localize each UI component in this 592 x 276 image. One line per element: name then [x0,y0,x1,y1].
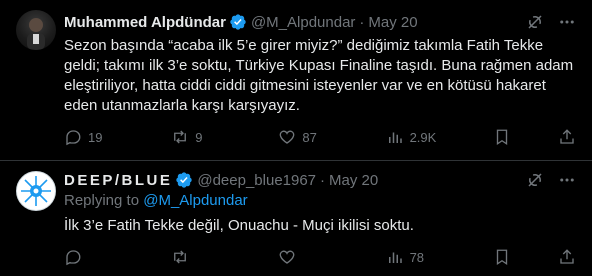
tweet-date[interactable]: May 20 [329,172,378,189]
action-bar: 78 [64,247,576,267]
reply-icon [64,128,82,146]
views-button[interactable]: 2.9K [386,128,446,146]
views-count: 2.9K [409,129,437,145]
action-bar: 19 9 87 2.9K [64,127,576,147]
reply-icon [64,248,82,266]
bookmark-button[interactable] [493,248,511,266]
reply-button[interactable]: 19 [64,128,124,146]
reply-button[interactable] [64,248,124,266]
verified-badge-icon [175,171,193,189]
like-count: 87 [302,129,317,145]
dot-separator: · [320,171,326,189]
share-icon [558,128,576,146]
retweet-icon [171,128,189,146]
views-icon [386,248,404,266]
retweet-button[interactable]: 9 [171,128,231,146]
bookmark-button[interactable] [493,128,511,146]
replying-prefix: Replying to [64,192,140,209]
share-button[interactable] [558,248,576,266]
share-button[interactable] [558,128,576,146]
tweet-main[interactable]: Muhammed Alpdündar @M_Alpdundar · May 20… [0,0,592,161]
like-icon [278,128,296,146]
retweet-icon [171,248,189,266]
display-name[interactable]: DEEP/BLUE [64,172,172,189]
grok-icon[interactable] [526,13,544,31]
views-button[interactable]: 78 [386,248,446,266]
retweet-count: 9 [195,129,203,145]
more-icon[interactable] [558,13,576,31]
user-handle[interactable]: @deep_blue1967 [197,172,316,189]
tweet-text: Sezon başında “acaba ilk 5’e girer miyiz… [64,37,574,114]
tweet-date[interactable]: May 20 [368,14,417,31]
like-button[interactable] [278,248,338,266]
bookmark-icon [493,248,511,266]
avatar[interactable] [16,10,56,50]
share-icon [558,248,576,266]
replying-handle-link[interactable]: @M_Alpdundar [143,192,247,209]
avatar[interactable] [16,171,56,211]
tweet-text: İlk 3’e Fatih Tekke değil, Onuachu - Muç… [64,217,414,234]
display-name[interactable]: Muhammed Alpdündar [64,14,226,31]
more-icon[interactable] [558,171,576,189]
dot-separator: · [359,13,365,31]
grok-icon[interactable] [526,171,544,189]
tweet-header: Muhammed Alpdündar @M_Alpdundar · May 20 [64,12,576,32]
views-count: 78 [409,249,425,265]
tweet-header: DEEP/BLUE @deep_blue1967 · May 20 [64,170,576,190]
bookmark-icon [493,128,511,146]
verified-badge-icon [229,13,247,31]
reply-count: 19 [88,129,103,145]
views-icon [386,128,404,146]
user-handle[interactable]: @M_Alpdundar [251,14,355,31]
replying-to: Replying to @M_Alpdundar [64,192,248,209]
like-button[interactable]: 87 [278,128,338,146]
like-icon [278,248,296,266]
retweet-button[interactable] [171,248,231,266]
